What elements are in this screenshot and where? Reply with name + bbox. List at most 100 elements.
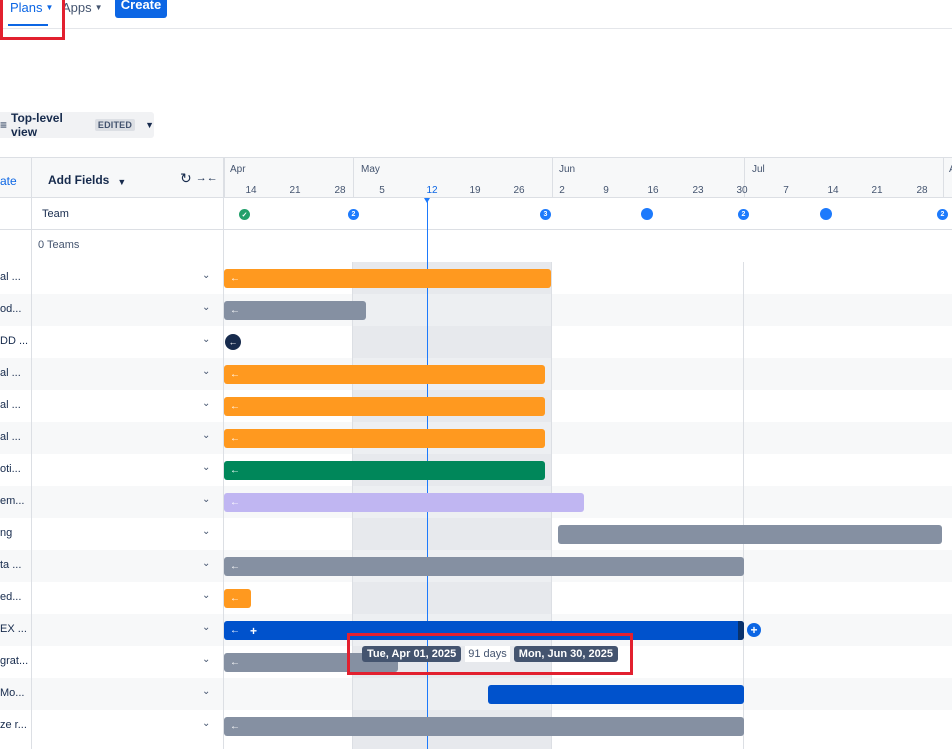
chevron-down-icon[interactable]: ⌄ [202, 430, 210, 441]
refresh-icon[interactable]: ↻ [180, 170, 192, 187]
nav-apps[interactable]: Apps ▼ [62, 0, 103, 26]
arrow-left-icon: ← [230, 721, 240, 732]
day-label: 2 [559, 185, 565, 196]
nav-plans[interactable]: Plans ▼ [10, 0, 53, 26]
timeline-bar[interactable]: ← [224, 365, 545, 384]
row-label: grat... [0, 655, 29, 667]
timeline-bar[interactable]: ← [224, 301, 366, 320]
day-label: 5 [379, 185, 385, 196]
chevron-down-icon: ▼ [94, 3, 103, 12]
arrow-left-icon: ← [230, 497, 240, 508]
arrow-left-icon: ← [230, 593, 240, 604]
chevron-down-icon[interactable]: ⌄ [202, 686, 210, 697]
add-fields-button[interactable]: Add Fields ▼ [48, 173, 126, 187]
timeline-bar[interactable]: ← [224, 589, 251, 608]
timeline-bar[interactable]: ← [224, 429, 545, 448]
arrow-left-icon: ← [230, 273, 240, 284]
timeline-bar[interactable]: ← [224, 461, 545, 480]
date-column-header[interactable]: ate [0, 174, 17, 188]
team-capacity-marker[interactable]: 2 [348, 209, 359, 220]
teams-summary-row: 0 Teams [0, 230, 224, 262]
collapse-icon[interactable]: →← [196, 172, 218, 187]
arrow-left-icon[interactable]: ← [225, 334, 241, 350]
create-button[interactable]: Create [115, 0, 167, 18]
chevron-down-icon: ▼ [145, 120, 154, 130]
team-row: Team ✓ 2 3 2 2 [0, 198, 952, 230]
nav-plans-active-indicator [8, 24, 48, 26]
day-label: 21 [871, 185, 883, 196]
chevron-down-icon[interactable]: ⌄ [202, 526, 210, 537]
day-label: 16 [647, 185, 659, 196]
timeline-bar[interactable]: ← [224, 269, 551, 288]
view-selector[interactable]: ≡ Top-level view EDITED ▼ [0, 111, 154, 139]
list-icon: ≡ [0, 118, 8, 132]
row-label: em... [0, 495, 25, 507]
day-label: 23 [692, 185, 704, 196]
row-label: ta ... [0, 559, 22, 571]
timeline-bar[interactable]: ← [224, 717, 744, 736]
arrow-left-icon: ← [230, 465, 240, 476]
chevron-down-icon[interactable]: ⌄ [202, 654, 210, 665]
arrow-left-icon: ← [230, 657, 240, 668]
timeline-bar[interactable]: ← [224, 557, 744, 576]
day-label: 9 [603, 185, 609, 196]
plus-icon[interactable]: + [250, 624, 257, 638]
chevron-down-icon: ▼ [45, 3, 54, 12]
day-label: 28 [334, 185, 346, 196]
row-label: EX ... [0, 623, 27, 635]
add-dependency-icon[interactable]: + [747, 623, 761, 637]
row-label: al ... [0, 431, 21, 443]
timeline-bar[interactable]: ← [224, 397, 545, 416]
arrow-left-icon: ← [230, 625, 240, 636]
date-range-tooltip: Tue, Apr 01, 2025 91 days Mon, Jun 30, 2… [362, 646, 618, 662]
resize-handle[interactable] [738, 621, 744, 640]
tooltip-end-date: Mon, Jun 30, 2025 [513, 646, 618, 662]
row-label: al ... [0, 367, 21, 379]
arrow-left-icon: ← [230, 369, 240, 380]
chevron-down-icon[interactable]: ⌄ [202, 270, 210, 281]
timeline-bar[interactable] [558, 525, 942, 544]
arrow-left-icon: ← [230, 561, 240, 572]
month-divider [943, 158, 944, 198]
chevron-down-icon[interactable]: ⌄ [202, 718, 210, 729]
chevron-down-icon[interactable]: ⌄ [202, 462, 210, 473]
team-capacity-marker[interactable]: 2 [738, 209, 749, 220]
view-label: Top-level view [11, 111, 63, 139]
nav-apps-label: Apps [62, 0, 92, 15]
timeline-header: ate Add Fields ▼ ↻ →← Apr May Jun Jul A … [0, 157, 952, 198]
timeline-bar[interactable] [488, 685, 744, 704]
arrow-left-icon: ← [230, 433, 240, 444]
team-capacity-marker[interactable]: 3 [540, 209, 551, 220]
row-label: al ... [0, 271, 21, 283]
chevron-down-icon[interactable]: ⌄ [202, 622, 210, 633]
month-label: Jul [752, 164, 765, 175]
chevron-down-icon[interactable]: ⌄ [202, 302, 210, 313]
chevron-down-icon[interactable]: ⌄ [202, 334, 210, 345]
row-label: ng [0, 527, 13, 539]
chevron-down-icon[interactable]: ⌄ [202, 590, 210, 601]
month-divider [552, 158, 553, 198]
team-capacity-marker[interactable]: 2 [937, 209, 948, 220]
day-label: 7 [783, 185, 789, 196]
day-label: 21 [289, 185, 301, 196]
day-label: 14 [245, 185, 257, 196]
row-label: ed... [0, 591, 22, 603]
day-label: 30 [736, 185, 748, 196]
chevron-down-icon[interactable]: ⌄ [202, 398, 210, 409]
chevron-down-icon[interactable]: ⌄ [202, 558, 210, 569]
check-icon[interactable]: ✓ [239, 209, 250, 220]
teams-summary: 0 Teams [38, 239, 80, 251]
row-label: od... [0, 303, 22, 315]
tooltip-duration: 91 days [465, 646, 510, 662]
team-capacity-marker[interactable] [641, 208, 653, 220]
add-fields-label: Add Fields [48, 173, 110, 187]
timeline-bar-selected[interactable]: ← + [224, 621, 744, 640]
chevron-down-icon[interactable]: ⌄ [202, 366, 210, 377]
team-capacity-marker[interactable] [820, 208, 832, 220]
top-navigation: Plans ▼ Apps ▼ Create [0, 0, 952, 29]
chevron-down-icon: ▼ [117, 176, 127, 187]
chevron-down-icon[interactable]: ⌄ [202, 494, 210, 505]
timeline-bar[interactable]: ← [224, 493, 584, 512]
column-divider [31, 157, 32, 749]
month-label: May [361, 164, 380, 175]
